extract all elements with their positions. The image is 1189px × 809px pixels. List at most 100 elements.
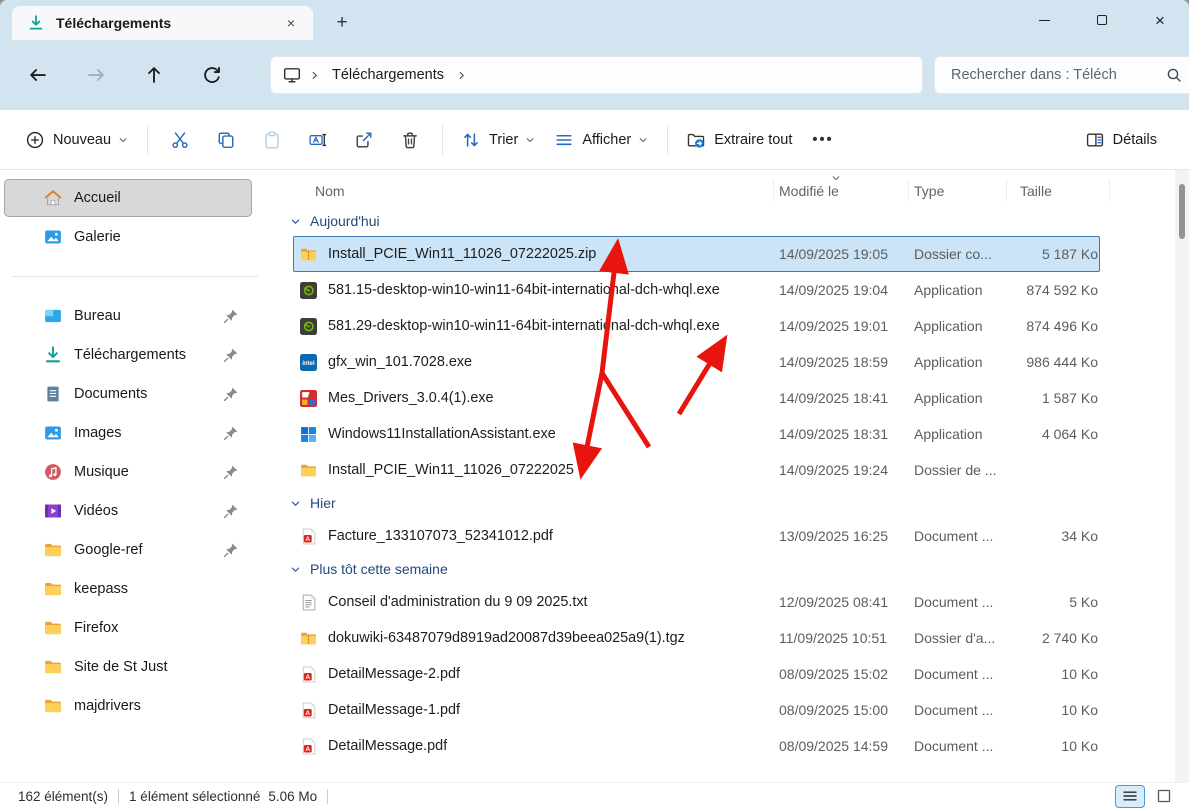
file-row[interactable]: 581.29-desktop-win10-win11-64bit-interna… [293, 308, 1100, 344]
file-size: 34 Ko [1012, 528, 1100, 544]
sort-arrows-icon [462, 131, 480, 149]
file-modified: 12/09/2025 08:41 [779, 594, 914, 610]
sidebar-item-label: keepass [74, 581, 128, 597]
file-row[interactable]: DetailMessage.pdf 08/09/2025 14:59 Docum… [293, 728, 1100, 764]
vertical-scrollbar[interactable] [1175, 170, 1189, 782]
desktop-icon [44, 307, 62, 325]
back-button[interactable] [18, 57, 58, 93]
breadcrumb-folder[interactable]: Téléchargements [332, 67, 444, 83]
documents-icon [44, 385, 62, 403]
sidebar-item-galerie[interactable]: Galerie [4, 218, 252, 256]
nvidia-icon [300, 318, 317, 335]
extract-all-button[interactable]: Extraire tout [677, 120, 802, 160]
item-count: 162 élément(s) [18, 789, 108, 804]
minimize-button[interactable] [1015, 0, 1073, 40]
group-header-yesterday[interactable]: Hier [270, 488, 1189, 518]
file-name: DetailMessage-1.pdf [328, 702, 460, 718]
selection-size: 5.06 Mo [268, 789, 317, 804]
music-icon [44, 463, 62, 481]
column-header-size[interactable]: Taille [1012, 183, 1100, 199]
group-label: Plus tôt cette semaine [310, 561, 448, 577]
sidebar-item-images[interactable]: Images [4, 414, 252, 452]
pin-icon [223, 542, 239, 558]
file-name: DetailMessage-2.pdf [328, 666, 460, 682]
sidebar-item-keepass[interactable]: keepass [4, 570, 252, 608]
new-button[interactable]: Nouveau [16, 120, 138, 160]
file-row[interactable]: Install_PCIE_Win11_11026_07222025.zip 14… [293, 236, 1100, 272]
downloads-icon [44, 346, 62, 364]
file-row[interactable]: Conseil d'administration du 9 09 2025.tx… [293, 584, 1100, 620]
explorer-tab[interactable]: Téléchargements × [12, 6, 313, 40]
details-view-button[interactable] [1115, 785, 1145, 808]
file-list-panel: Nom Modifié le Type Taille Aujourd'hui I… [270, 170, 1189, 782]
file-explorer-window: Téléchargements × + × Téléchargements [0, 0, 1189, 809]
sidebar-item-majdrivers[interactable]: majdrivers [4, 687, 252, 725]
forward-button[interactable] [76, 57, 116, 93]
file-row[interactable]: Facture_133107073_52341012.pdf 13/09/202… [293, 518, 1100, 554]
sidebar-item-videos[interactable]: Vidéos [4, 492, 252, 530]
sidebar-item-documents[interactable]: Documents [4, 375, 252, 413]
details-pane-button[interactable]: Détails [1076, 120, 1167, 160]
tab-close-icon[interactable]: × [279, 11, 303, 35]
up-button[interactable] [134, 57, 174, 93]
share-button[interactable] [341, 120, 387, 160]
maximize-button[interactable] [1073, 0, 1131, 40]
rename-button[interactable] [295, 120, 341, 160]
plus-circle-icon [26, 131, 44, 149]
file-row[interactable]: dokuwiki-63487079d8919ad20087d39beea025a… [293, 620, 1100, 656]
sidebar-item-google-ref[interactable]: Google-ref [4, 531, 252, 569]
cut-button[interactable] [157, 120, 203, 160]
file-row[interactable]: DetailMessage-1.pdf 08/09/2025 15:00 Doc… [293, 692, 1100, 728]
address-bar[interactable]: Téléchargements [270, 56, 923, 94]
copy-button[interactable] [203, 120, 249, 160]
column-headers: Nom Modifié le Type Taille [270, 170, 1100, 206]
file-modified: 14/09/2025 19:04 [779, 282, 914, 298]
sidebar-item-accueil[interactable]: Accueil [4, 179, 252, 217]
file-row[interactable]: 581.15-desktop-win10-win11-64bit-interna… [293, 272, 1100, 308]
file-row[interactable]: Windows11InstallationAssistant.exe 14/09… [293, 416, 1100, 452]
view-button[interactable]: Afficher [545, 120, 658, 160]
file-row[interactable]: DetailMessage-2.pdf 08/09/2025 15:02 Doc… [293, 656, 1100, 692]
refresh-button[interactable] [192, 57, 232, 93]
search-box[interactable] [934, 56, 1189, 94]
pin-icon [223, 347, 239, 363]
close-button[interactable]: × [1131, 0, 1189, 40]
divider [442, 125, 443, 155]
column-header-label: Modifié le [779, 183, 839, 199]
search-input[interactable] [949, 66, 1166, 84]
file-size: 874 496 Ko [1012, 318, 1100, 334]
sort-indicator-icon [831, 170, 841, 186]
column-header-type[interactable]: Type [914, 183, 1012, 199]
ellipsis-icon: ••• [812, 132, 833, 148]
sidebar-item-label: Accueil [74, 190, 121, 206]
paste-button[interactable] [249, 120, 295, 160]
file-row[interactable]: gfx_win_101.7028.exe 14/09/2025 18:59 Ap… [293, 344, 1100, 380]
file-name: Facture_133107073_52341012.pdf [328, 528, 553, 544]
large-icons-view-button[interactable] [1149, 785, 1179, 808]
file-type: Document ... [914, 666, 1012, 682]
column-header-modified[interactable]: Modifié le [779, 183, 914, 199]
file-row[interactable]: Mes_Drivers_3.0.4(1).exe 14/09/2025 18:4… [293, 380, 1100, 416]
new-tab-button[interactable]: + [328, 9, 356, 37]
pdf-icon [300, 666, 317, 683]
column-header-name[interactable]: Nom [270, 183, 779, 199]
divider [667, 125, 668, 155]
share-icon [355, 131, 373, 149]
sidebar-item-firefox[interactable]: Firefox [4, 609, 252, 647]
chevron-right-icon [456, 70, 467, 81]
file-row[interactable]: Install_PCIE_Win11_11026_07222025 14/09/… [293, 452, 1100, 488]
refresh-icon [202, 65, 222, 85]
file-type: Application [914, 426, 1012, 442]
sort-button[interactable]: Trier [452, 120, 545, 160]
sidebar-item-bureau[interactable]: Bureau [4, 297, 252, 335]
scrollbar-thumb[interactable] [1179, 184, 1185, 239]
sidebar-item-telechargements[interactable]: Téléchargements [4, 336, 252, 374]
sidebar-item-musique[interactable]: Musique [4, 453, 252, 491]
zip-icon [300, 630, 317, 647]
extract-folder-icon [687, 131, 705, 149]
delete-button[interactable] [387, 120, 433, 160]
more-options-button[interactable]: ••• [802, 120, 843, 160]
group-header-earlier-this-week[interactable]: Plus tôt cette semaine [270, 554, 1189, 584]
group-header-today[interactable]: Aujourd'hui [270, 206, 1189, 236]
sidebar-item-site-de-st-just[interactable]: Site de St Just [4, 648, 252, 686]
